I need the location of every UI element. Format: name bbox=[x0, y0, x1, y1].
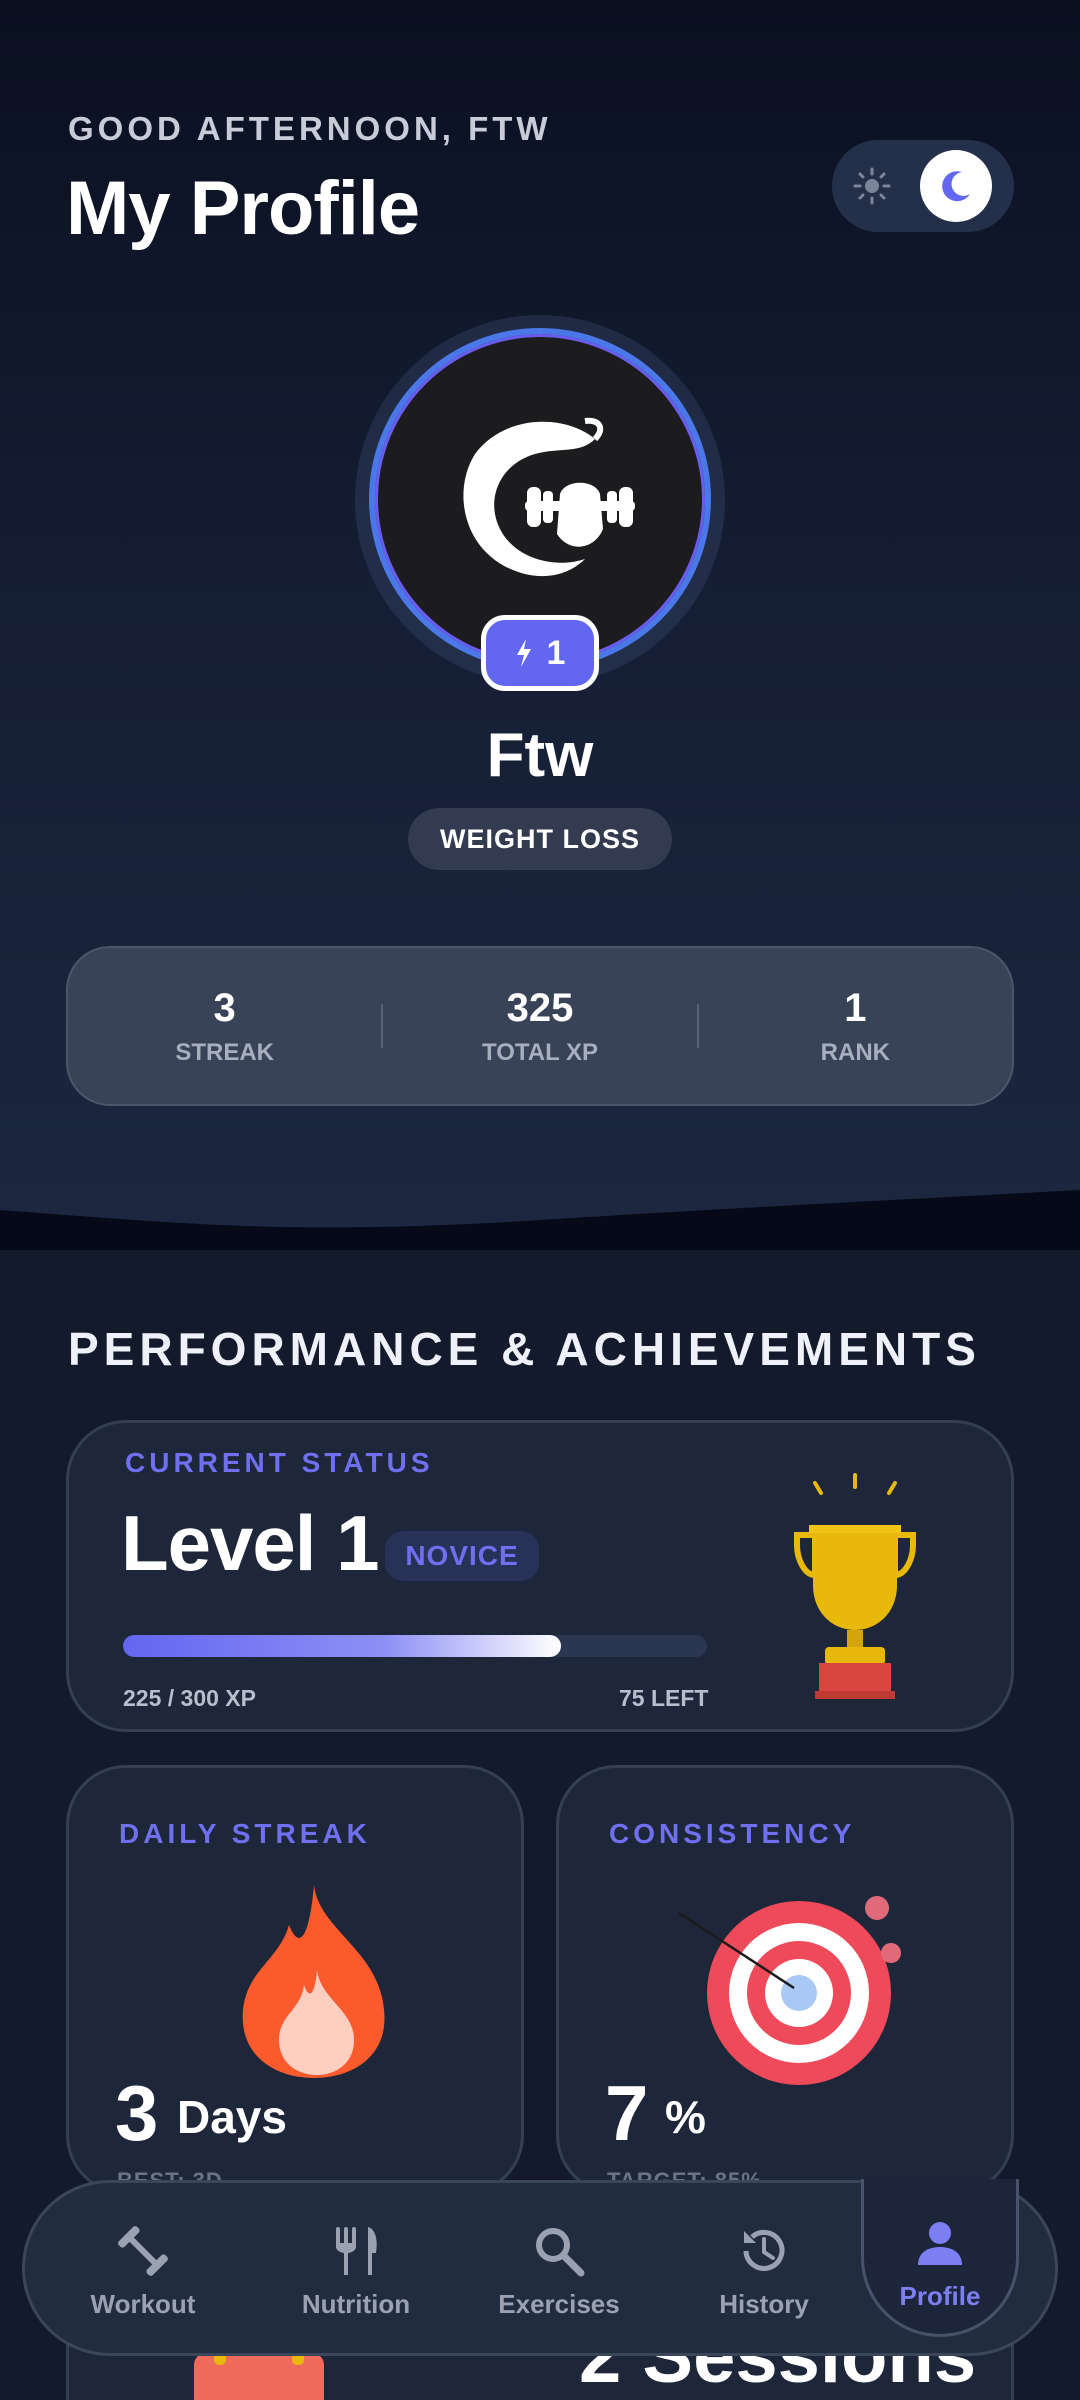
flame-icon bbox=[242, 1885, 385, 2078]
history-icon bbox=[743, 2229, 785, 2271]
nav-item-exercises[interactable]: Exercises bbox=[479, 2183, 639, 2359]
xp-remaining: 75 LEFT bbox=[619, 1685, 709, 1711]
theme-toggle-knob[interactable] bbox=[920, 150, 992, 222]
greeting-text: GOOD AFTERNOON, FTW bbox=[68, 110, 552, 147]
stat-total-xp: 325 TOTAL XP bbox=[383, 948, 696, 1104]
nav-label: Workout bbox=[90, 2288, 196, 2319]
bottom-nav: Workout Nutrition Exercises History Prof… bbox=[22, 2179, 1058, 2359]
nav-item-history[interactable]: History bbox=[689, 2183, 839, 2359]
daily-streak-card[interactable]: DAILY STREAK 3 Days BEST: 3D bbox=[66, 1765, 524, 2195]
dumbbell-icon bbox=[118, 2225, 168, 2276]
level-badge: 1 bbox=[481, 615, 599, 691]
moon-icon bbox=[942, 171, 970, 202]
nav-label: Profile bbox=[899, 2280, 981, 2311]
level-badge-value: 1 bbox=[546, 633, 566, 672]
theme-toggle[interactable] bbox=[832, 140, 1014, 232]
stat-rank: 1 RANK bbox=[699, 948, 1012, 1104]
stat-value: 3 bbox=[213, 985, 236, 1030]
consistency-card[interactable]: CONSISTENCY 7 % TARGET: 85% bbox=[556, 1765, 1014, 2195]
nav-item-workout[interactable]: Workout bbox=[73, 2183, 213, 2359]
user-name: Ftw bbox=[486, 721, 594, 790]
level-text: Level 1 bbox=[121, 1499, 380, 1587]
stat-label: STREAK bbox=[175, 1038, 274, 1066]
gym-logo-icon bbox=[463, 417, 635, 577]
stat-streak: 3 STREAK bbox=[68, 948, 381, 1104]
streak-value: 3 bbox=[115, 2069, 159, 2157]
stat-label: TOTAL XP bbox=[481, 1038, 598, 1066]
trophy-icon bbox=[794, 1473, 916, 1699]
lightning-icon bbox=[516, 639, 531, 667]
consistency-unit: % bbox=[665, 2091, 706, 2143]
section-title: PERFORMANCE & ACHIEVEMENTS bbox=[68, 1323, 981, 1375]
sun-icon bbox=[853, 167, 891, 205]
current-status-card[interactable]: CURRENT STATUS Level 1 NOVICE 225 / 300 … bbox=[66, 1420, 1014, 1732]
card-kicker: CURRENT STATUS bbox=[125, 1447, 434, 1478]
stat-value: 325 bbox=[506, 985, 574, 1030]
xp-progress-fill bbox=[123, 1635, 561, 1657]
search-icon bbox=[536, 2227, 585, 2276]
nav-item-profile[interactable]: Profile bbox=[861, 2183, 1019, 2343]
card-kicker: DAILY STREAK bbox=[119, 1818, 371, 1849]
goal-badge: WEIGHT LOSS bbox=[408, 808, 672, 870]
xp-progress-bar bbox=[123, 1635, 707, 1657]
target-icon bbox=[678, 1896, 901, 2085]
page-title: My Profile bbox=[66, 166, 420, 251]
nav-label: History bbox=[719, 2288, 809, 2319]
stat-label: RANK bbox=[820, 1038, 890, 1066]
xp-count: 225 / 300 XP bbox=[123, 1685, 256, 1711]
tier-badge: NOVICE bbox=[385, 1531, 539, 1581]
stats-summary-card: 3 STREAK 325 TOTAL XP 1 RANK bbox=[66, 946, 1014, 1106]
stat-value: 1 bbox=[844, 985, 867, 1030]
nav-label: Exercises bbox=[498, 2288, 620, 2319]
nav-item-nutrition[interactable]: Nutrition bbox=[281, 2183, 431, 2359]
person-icon bbox=[918, 2221, 962, 2265]
consistency-value: 7 bbox=[605, 2069, 649, 2157]
hero-wave-divider bbox=[0, 1190, 1080, 1260]
card-kicker: CONSISTENCY bbox=[609, 1818, 856, 1849]
streak-unit: Days bbox=[177, 2091, 287, 2143]
fork-knife-icon bbox=[336, 2226, 377, 2275]
nav-label: Nutrition bbox=[301, 2288, 411, 2319]
